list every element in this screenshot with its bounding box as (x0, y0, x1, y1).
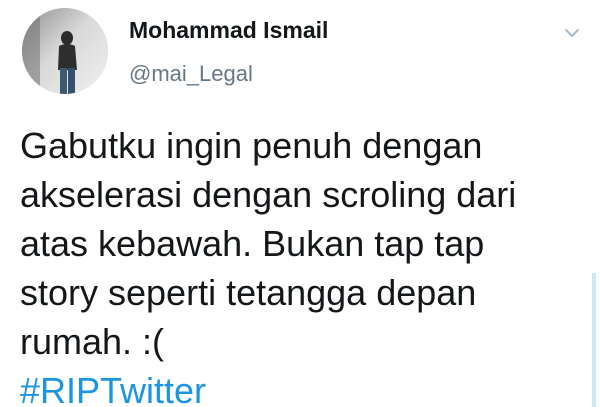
tweet-text-line: rumah. :( (20, 321, 165, 362)
hashtag-link[interactable]: #RIPTwitter (20, 370, 206, 407)
tweet-text-line: story seperti tetangga depan (20, 272, 477, 313)
avatar-image (22, 8, 108, 94)
scrollbar[interactable] (592, 273, 596, 407)
user-handle[interactable]: @mai_Legal (129, 61, 253, 87)
tweet-card: Mohammad Ismail @mai_Legal Gabutku ingin… (0, 0, 600, 407)
tweet-text-line: Gabutku ingin penuh dengan (20, 125, 483, 166)
display-name[interactable]: Mohammad Ismail (129, 17, 328, 44)
tweet-text: Gabutku ingin penuh dengan akselerasi de… (20, 121, 580, 407)
tweet-text-line: atas kebawah. Bukan tap tap (20, 223, 485, 264)
chevron-down-icon[interactable] (561, 22, 583, 44)
avatar[interactable] (22, 8, 108, 94)
tweet-text-line: akselerasi dengan scroling dari (20, 174, 517, 215)
